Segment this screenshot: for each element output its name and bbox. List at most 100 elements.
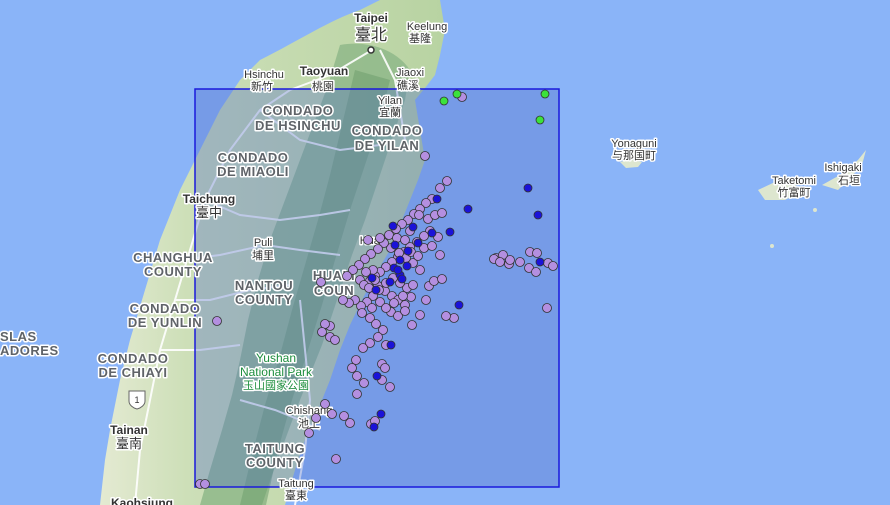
earthquake-marker-blue[interactable] bbox=[385, 277, 395, 287]
label-ishigaki-zh: 石垣 bbox=[838, 174, 860, 187]
earthquake-marker-purple[interactable] bbox=[363, 235, 373, 245]
earthquake-marker-purple[interactable] bbox=[304, 428, 314, 438]
earthquake-marker-blue[interactable] bbox=[408, 222, 418, 232]
county-yilan-line1: CONDADO bbox=[352, 123, 423, 138]
earthquake-marker-blue[interactable] bbox=[397, 274, 407, 284]
earthquake-marker-purple[interactable] bbox=[427, 241, 437, 251]
earthquake-marker-blue[interactable] bbox=[533, 210, 543, 220]
earthquake-marker-purple[interactable] bbox=[327, 409, 337, 419]
earthquake-marker-purple[interactable] bbox=[375, 233, 385, 243]
earthquake-marker-purple[interactable] bbox=[380, 363, 390, 373]
earthquake-marker-purple[interactable] bbox=[548, 261, 558, 271]
earthquake-marker-purple[interactable] bbox=[367, 303, 377, 313]
earthquake-marker-blue[interactable] bbox=[386, 340, 396, 350]
earthquake-marker-blue[interactable] bbox=[393, 265, 403, 275]
earthquake-marker-purple[interactable] bbox=[420, 151, 430, 161]
earthquake-marker-purple[interactable] bbox=[351, 355, 361, 365]
label-taichung: Taichung bbox=[183, 192, 235, 206]
earthquake-marker-green[interactable] bbox=[540, 89, 550, 99]
earthquake-marker-blue[interactable] bbox=[369, 422, 379, 432]
county-yunlin-line2: DE YUNLIN bbox=[128, 315, 202, 330]
earthquake-marker-blue[interactable] bbox=[372, 371, 382, 381]
earthquake-marker-purple[interactable] bbox=[398, 291, 408, 301]
map-canvas[interactable]: Taipei 臺北 Keelung 基隆 Hsinchu 新竹 Taoyuan … bbox=[0, 0, 890, 505]
label-taichung-zh: 臺中 bbox=[196, 205, 222, 220]
earthquake-marker-purple[interactable] bbox=[542, 303, 552, 313]
label-taipei-zh: 臺北 bbox=[355, 26, 387, 44]
earthquake-marker-purple[interactable] bbox=[495, 257, 505, 267]
earthquake-marker-purple[interactable] bbox=[389, 298, 399, 308]
earthquake-marker-green[interactable] bbox=[452, 89, 462, 99]
earthquake-marker-purple[interactable] bbox=[437, 208, 447, 218]
earthquake-marker-blue[interactable] bbox=[402, 261, 412, 271]
earthquake-marker-purple[interactable] bbox=[342, 271, 352, 281]
earthquake-marker-green[interactable] bbox=[439, 96, 449, 106]
earthquake-marker-purple[interactable] bbox=[442, 176, 452, 186]
earthquake-marker-purple[interactable] bbox=[441, 311, 451, 321]
earthquake-marker-blue[interactable] bbox=[454, 300, 464, 310]
earthquake-marker-purple[interactable] bbox=[330, 335, 340, 345]
earthquake-marker-purple[interactable] bbox=[407, 320, 417, 330]
earthquake-marker-purple[interactable] bbox=[385, 382, 395, 392]
earthquake-marker-purple[interactable] bbox=[406, 292, 416, 302]
earthquake-marker-purple[interactable] bbox=[515, 257, 525, 267]
earthquake-marker-purple[interactable] bbox=[320, 399, 330, 409]
highway-number: 1 bbox=[134, 395, 139, 405]
county-hsinchu-line2: DE HSINCHU bbox=[255, 118, 341, 133]
earthquake-marker-blue[interactable] bbox=[427, 228, 437, 238]
earthquake-marker-blue[interactable] bbox=[371, 285, 381, 295]
earthquake-marker-blue[interactable] bbox=[403, 246, 413, 256]
earthquake-marker-purple[interactable] bbox=[317, 327, 327, 337]
earthquake-marker-blue[interactable] bbox=[535, 257, 545, 267]
earthquake-marker-purple[interactable] bbox=[400, 306, 410, 316]
earthquake-marker-purple[interactable] bbox=[408, 280, 418, 290]
earthquake-marker-green[interactable] bbox=[535, 115, 545, 125]
earthquake-marker-purple[interactable] bbox=[414, 210, 424, 220]
earthquake-marker-purple[interactable] bbox=[359, 378, 369, 388]
earthquake-marker-purple[interactable] bbox=[311, 413, 321, 423]
earthquake-marker-blue[interactable] bbox=[376, 409, 386, 419]
park-line3: 玉山國家公園 bbox=[243, 378, 309, 392]
earthquake-marker-purple[interactable] bbox=[381, 303, 391, 313]
earthquake-marker-purple[interactable] bbox=[200, 479, 210, 489]
earthquake-marker-purple[interactable] bbox=[357, 308, 367, 318]
earthquake-marker-blue[interactable] bbox=[523, 183, 533, 193]
earthquake-marker-purple[interactable] bbox=[400, 235, 410, 245]
earthquake-marker-purple[interactable] bbox=[435, 250, 445, 260]
earthquake-marker-blue[interactable] bbox=[445, 227, 455, 237]
earthquake-marker-purple[interactable] bbox=[413, 251, 423, 261]
earthquake-marker-blue[interactable] bbox=[463, 204, 473, 214]
earthquake-marker-blue[interactable] bbox=[390, 240, 400, 250]
earthquake-marker-purple[interactable] bbox=[347, 363, 357, 373]
earthquake-marker-purple[interactable] bbox=[531, 267, 541, 277]
earthquake-marker-blue[interactable] bbox=[388, 221, 398, 231]
earthquake-marker-blue[interactable] bbox=[413, 238, 423, 248]
earthquake-marker-purple[interactable] bbox=[415, 265, 425, 275]
earthquake-marker-purple[interactable] bbox=[429, 276, 439, 286]
earthquake-marker-purple[interactable] bbox=[437, 274, 447, 284]
earthquake-marker-purple[interactable] bbox=[415, 310, 425, 320]
earthquake-marker-purple[interactable] bbox=[449, 313, 459, 323]
earthquake-marker-blue[interactable] bbox=[432, 194, 442, 204]
earthquake-marker-purple[interactable] bbox=[331, 454, 341, 464]
earthquake-marker-purple[interactable] bbox=[212, 316, 222, 326]
county-changhua-line2: COUNTY bbox=[144, 264, 202, 279]
earthquake-marker-purple[interactable] bbox=[352, 371, 362, 381]
label-taitung-zh: 臺東 bbox=[285, 488, 307, 502]
earthquake-marker-purple[interactable] bbox=[373, 332, 383, 342]
map[interactable]: Taipei 臺北 Keelung 基隆 Hsinchu 新竹 Taoyuan … bbox=[0, 0, 890, 505]
earthquake-marker-purple[interactable] bbox=[421, 295, 431, 305]
county-chiayi-line2: DE CHIAYI bbox=[98, 365, 167, 380]
earthquake-marker-purple[interactable] bbox=[316, 277, 326, 287]
earthquake-marker-purple[interactable] bbox=[338, 295, 348, 305]
earthquake-marker-purple[interactable] bbox=[358, 343, 368, 353]
earthquake-marker-purple[interactable] bbox=[505, 255, 515, 265]
label-taketomi: Taketomi bbox=[772, 175, 816, 187]
county-chiayi-line1: CONDADO bbox=[98, 351, 169, 366]
earthquake-marker-blue[interactable] bbox=[395, 255, 405, 265]
earthquake-marker-purple[interactable] bbox=[345, 418, 355, 428]
earthquake-marker-purple[interactable] bbox=[435, 183, 445, 193]
earthquake-marker-purple[interactable] bbox=[532, 248, 542, 258]
earthquake-marker-blue[interactable] bbox=[367, 273, 377, 283]
earthquake-marker-purple[interactable] bbox=[352, 389, 362, 399]
